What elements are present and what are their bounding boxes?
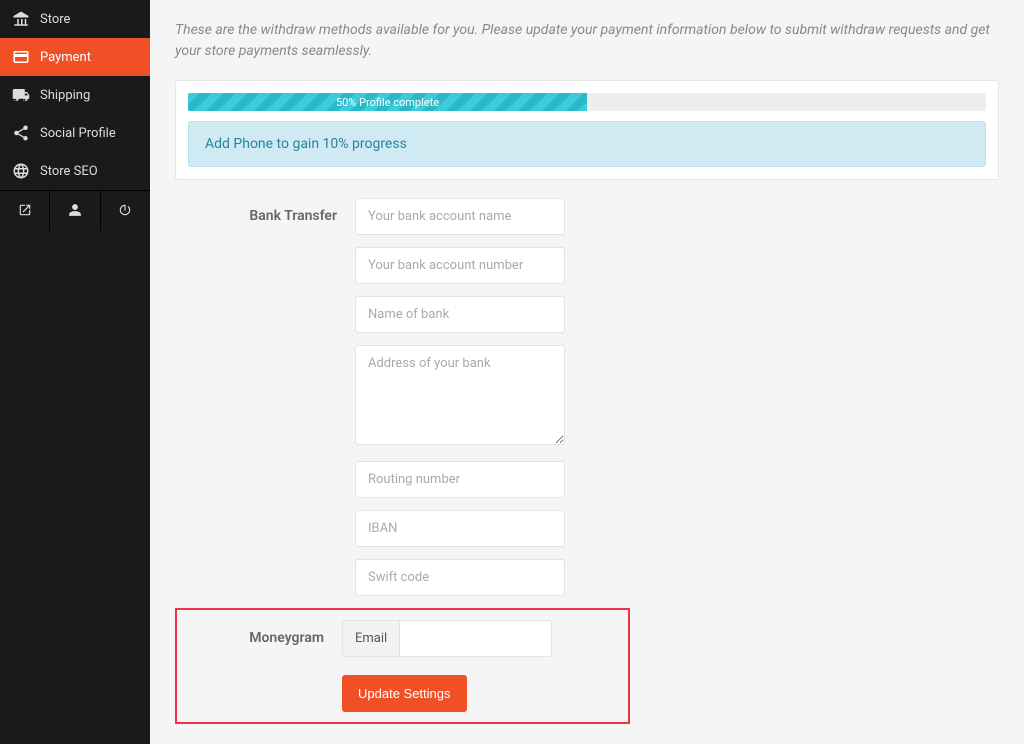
sidebar: Store Payment Shipping Social Profile St…	[0, 0, 150, 744]
external-link-icon	[18, 202, 32, 221]
bank-account-number-input[interactable]	[355, 247, 565, 284]
power-button[interactable]	[101, 191, 150, 231]
bank-transfer-label: Bank Transfer	[175, 198, 355, 608]
user-icon	[68, 202, 82, 221]
progress-tip-alert: Add Phone to gain 10% progress	[188, 121, 986, 167]
bank-icon	[12, 10, 30, 28]
moneygram-section: Moneygram Email	[177, 620, 613, 657]
power-icon	[118, 202, 132, 221]
sidebar-item-label: Shipping	[40, 88, 90, 103]
share-icon	[12, 124, 30, 142]
routing-number-input[interactable]	[355, 461, 565, 498]
progress-bar: 50% Profile complete	[188, 93, 986, 111]
sidebar-item-payment[interactable]: Payment	[0, 38, 150, 76]
email-addon: Email	[343, 621, 400, 656]
sidebar-actions	[0, 190, 150, 231]
bank-name-input[interactable]	[355, 296, 565, 333]
moneygram-email-group: Email	[342, 620, 552, 657]
user-button[interactable]	[50, 191, 100, 231]
bank-address-textarea[interactable]	[355, 345, 565, 445]
sidebar-item-label: Store	[40, 12, 70, 27]
moneygram-email-input[interactable]	[400, 621, 551, 656]
card-icon	[12, 48, 30, 66]
moneygram-label: Moneygram	[177, 620, 342, 657]
iban-input[interactable]	[355, 510, 565, 547]
moneygram-highlight: Moneygram Email Update Settings	[175, 608, 630, 724]
truck-icon	[12, 86, 30, 104]
profile-progress-card: 50% Profile complete Add Phone to gain 1…	[175, 80, 999, 180]
sidebar-item-social[interactable]: Social Profile	[0, 114, 150, 152]
main-content: These are the withdraw methods available…	[150, 0, 1024, 744]
sidebar-item-label: Store SEO	[40, 164, 98, 179]
sidebar-item-label: Social Profile	[40, 126, 116, 141]
bank-account-name-input[interactable]	[355, 198, 565, 235]
swift-code-input[interactable]	[355, 559, 565, 596]
globe-icon	[12, 162, 30, 180]
progress-fill: 50% Profile complete	[188, 93, 587, 111]
sidebar-item-label: Payment	[40, 50, 91, 65]
external-link-button[interactable]	[0, 191, 50, 231]
update-settings-button[interactable]: Update Settings	[342, 675, 467, 712]
bank-transfer-section: Bank Transfer	[175, 198, 999, 608]
sidebar-item-seo[interactable]: Store SEO	[0, 152, 150, 190]
sidebar-item-shipping[interactable]: Shipping	[0, 76, 150, 114]
page-description: These are the withdraw methods available…	[175, 20, 999, 62]
sidebar-item-store[interactable]: Store	[0, 0, 150, 38]
